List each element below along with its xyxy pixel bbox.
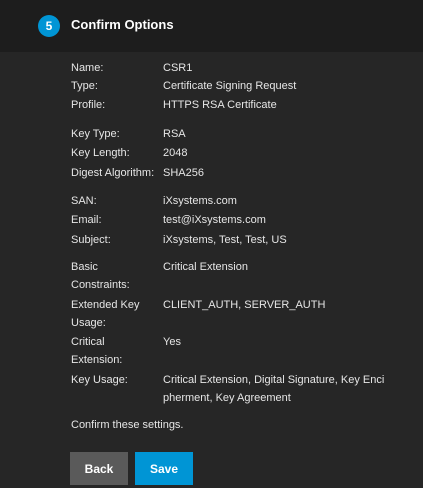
detail-value: Critical Extension: [163, 261, 248, 273]
detail-label: Digest Algorithm:: [71, 167, 155, 179]
save-button[interactable]: Save: [135, 452, 193, 485]
detail-value: test@iXsystems.com: [163, 214, 266, 226]
step-number-badge: 5: [38, 15, 60, 37]
detail-label: Name:: [71, 62, 104, 74]
step-title: Confirm Options: [71, 17, 174, 32]
detail-label: Subject:: [71, 234, 111, 246]
confirm-options-panel: 5 Confirm Options Name: CSR1 Type: Certi…: [0, 0, 423, 488]
detail-value: iXsystems, Test, Test, US: [163, 234, 287, 246]
detail-value: 2048: [163, 147, 188, 159]
detail-label: Email:: [71, 214, 102, 226]
detail-label: Key Type:: [71, 128, 120, 140]
detail-label: Critical Extension:: [71, 336, 123, 366]
detail-value: HTTPS RSA Certificate: [163, 99, 277, 111]
detail-label: SAN:: [71, 195, 97, 207]
detail-label: Type:: [71, 80, 98, 92]
confirm-message: Confirm these settings.: [71, 419, 184, 431]
step-header: 5 Confirm Options: [0, 0, 423, 52]
back-button[interactable]: Back: [70, 452, 128, 485]
detail-label: Basic Constraints:: [71, 261, 130, 291]
detail-value: Yes: [163, 336, 181, 348]
detail-value: SHA256: [163, 167, 204, 179]
detail-value: Certificate Signing Request: [163, 80, 297, 92]
detail-value: CLIENT_AUTH, SERVER_AUTH: [163, 299, 326, 311]
detail-label: Key Usage:: [71, 374, 128, 386]
detail-label: Profile:: [71, 99, 106, 111]
detail-value: Critical Extension, Digital Signature, K…: [163, 374, 385, 404]
detail-value: RSA: [163, 128, 186, 140]
detail-label: Extended Key Usage:: [71, 299, 140, 329]
detail-value: CSR1: [163, 62, 193, 74]
detail-label: Key Length:: [71, 147, 130, 159]
detail-value: iXsystems.com: [163, 195, 237, 207]
